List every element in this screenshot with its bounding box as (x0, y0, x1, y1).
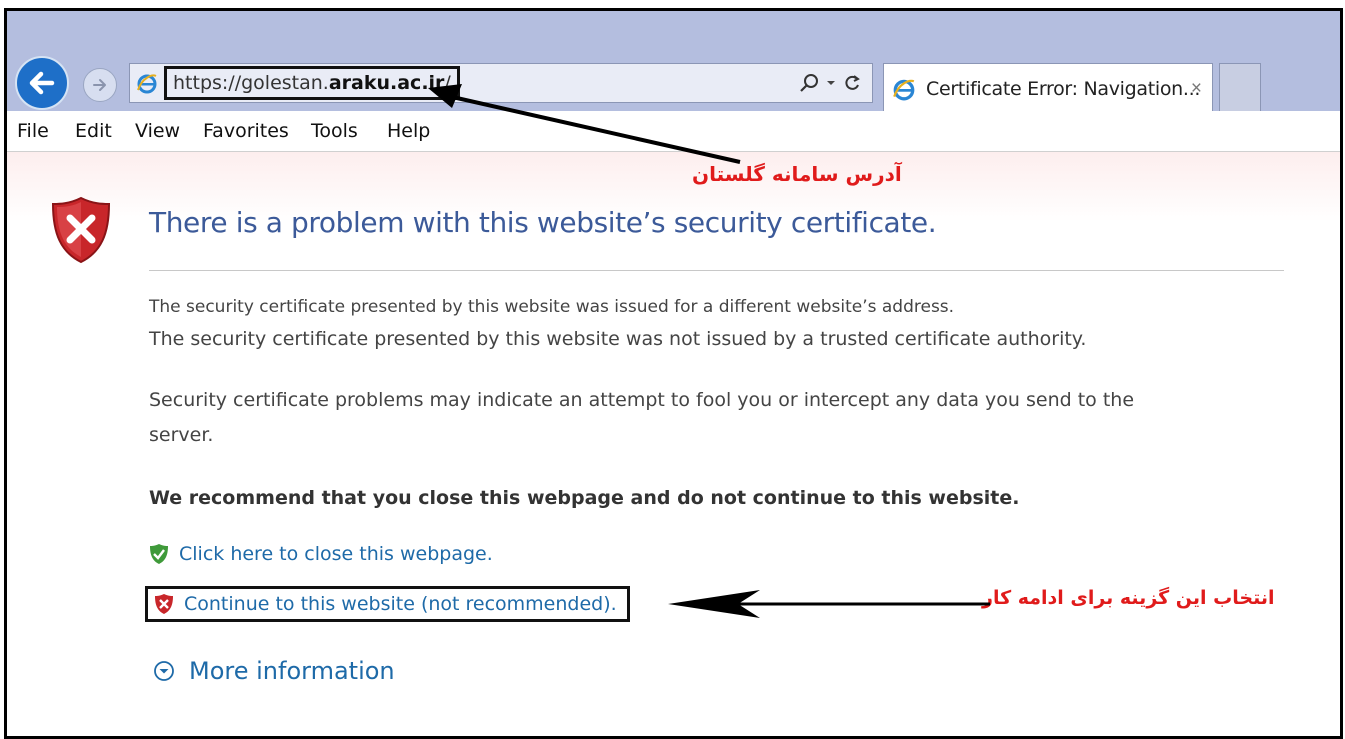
page-title: There is a problem with this website’s s… (149, 206, 937, 239)
divider (149, 270, 1284, 271)
back-arrow-icon (29, 71, 55, 95)
close-webpage-link-label[interactable]: Click here to close this webpage. (179, 543, 493, 565)
tab-title: Certificate Error: Navigation... (926, 78, 1201, 100)
more-information-toggle[interactable]: More information (153, 657, 395, 685)
dropdown-icon[interactable] (826, 78, 836, 88)
menu-edit[interactable]: Edit (75, 120, 112, 142)
screenshot-frame: https://golestan.araku.ac.ir/ Certificat… (4, 8, 1343, 739)
green-shield-icon (150, 544, 168, 564)
error-shield-icon (51, 196, 111, 264)
forward-arrow-icon (93, 79, 106, 91)
continue-annotation: انتخاب این گزینه برای ادامه کار (982, 587, 1275, 609)
menu-help[interactable]: Help (387, 120, 430, 142)
url-prefix: https://golestan. (173, 72, 329, 94)
error-line-2: The security certificate presented by th… (149, 328, 1087, 350)
ie-logo-icon (893, 79, 915, 101)
new-tab-button[interactable] (1219, 63, 1261, 111)
url-suffix: / (444, 72, 451, 94)
forward-button[interactable] (83, 68, 117, 102)
browser-toolbar: https://golestan.araku.ac.ir/ Certificat… (7, 11, 1340, 111)
recommendation-text: We recommend that you close this webpage… (149, 487, 1020, 509)
address-bar[interactable]: https://golestan.araku.ac.ir/ (129, 63, 873, 103)
warning-line-2: server. (149, 424, 214, 446)
error-page: There is a problem with this website’s s… (7, 152, 1340, 736)
warning-line-1: Security certificate problems may indica… (149, 389, 1135, 411)
close-icon[interactable]: × (1191, 78, 1202, 100)
refresh-icon[interactable] (842, 73, 862, 93)
address-annotation: آدرس سامانه گلستان (692, 162, 902, 186)
error-line-1: The security certificate presented by th… (149, 297, 955, 317)
continue-website-link[interactable]: Continue to this website (not recommende… (145, 586, 630, 622)
menu-tools[interactable]: Tools (311, 120, 358, 142)
menu-bar: File Edit View Favorites Tools Help (7, 111, 1340, 152)
menu-file[interactable]: File (17, 120, 49, 142)
address-url[interactable]: https://golestan.araku.ac.ir/ (164, 66, 460, 100)
continue-website-link-label[interactable]: Continue to this website (not recommende… (184, 593, 617, 615)
url-domain: araku.ac.ir (328, 72, 445, 94)
menu-favorites[interactable]: Favorites (203, 120, 289, 142)
browser-tab[interactable]: Certificate Error: Navigation... × (883, 63, 1213, 111)
back-button[interactable] (15, 56, 69, 110)
red-shield-icon (155, 594, 173, 614)
close-webpage-link[interactable]: Click here to close this webpage. (149, 543, 493, 565)
menu-view[interactable]: View (135, 120, 180, 142)
search-icon[interactable] (798, 72, 820, 94)
expand-icon (154, 661, 174, 681)
ie-logo-icon (137, 74, 157, 94)
more-information-label[interactable]: More information (189, 657, 395, 685)
